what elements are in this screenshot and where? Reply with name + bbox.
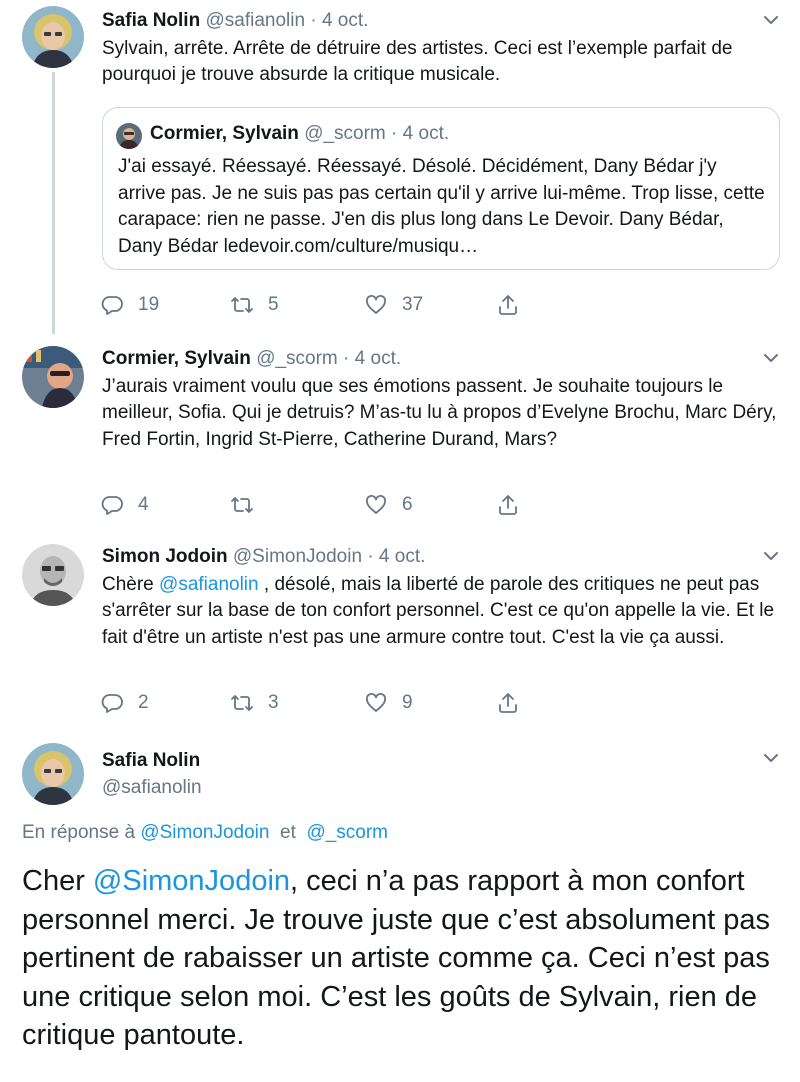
reply-button[interactable]: 2 <box>100 688 149 718</box>
tweet-actions: 19 5 37 <box>100 290 540 320</box>
retweet-button[interactable]: 5 <box>230 290 279 320</box>
main-user-handle[interactable]: @safianolin <box>102 776 202 800</box>
quoted-tweet[interactable]: Cormier, Sylvain @_scorm · 4 oct. J'ai e… <box>102 107 780 270</box>
separator: · <box>367 546 374 567</box>
main-display-name[interactable]: Safia Nolin <box>102 749 200 773</box>
tweet-header: Cormier, Sylvain @_scorm · 4 oct. <box>102 347 401 371</box>
avatar[interactable] <box>22 6 84 68</box>
avatar[interactable] <box>22 544 84 606</box>
heart-icon <box>366 693 386 712</box>
quoted-header: Cormier, Sylvain @_scorm · 4 oct. <box>150 122 449 146</box>
user-handle[interactable]: @_scorm <box>256 348 338 369</box>
share-button[interactable] <box>496 290 520 320</box>
main-avatar[interactable] <box>22 743 84 805</box>
reply-mention-link[interactable]: @_scorm <box>306 822 388 843</box>
tweet-actions: 4 6 <box>100 490 540 520</box>
retweet-icon <box>231 297 253 313</box>
mention-link[interactable]: @safianolin <box>159 574 259 595</box>
share-icon <box>499 693 517 713</box>
like-button[interactable]: 6 <box>364 490 413 520</box>
retweet-icon <box>231 695 253 711</box>
tweet-date[interactable]: 4 oct. <box>322 10 368 31</box>
chevron-down-icon[interactable] <box>760 545 782 567</box>
retweet-count: 5 <box>268 294 279 315</box>
text-prefix: Chère <box>102 574 160 595</box>
reply-icon <box>101 296 123 315</box>
user-handle[interactable]: @SimonJodoin <box>233 546 362 567</box>
quoted-date: 4 oct. <box>402 123 450 144</box>
reply-context: En réponse à @SimonJodoin et @_scorm <box>22 821 388 845</box>
like-count: 6 <box>402 494 413 515</box>
reply-and: et <box>280 822 296 843</box>
mention-link[interactable]: @SimonJodoin <box>93 865 290 897</box>
quoted-text: J'ai essayé. Réessayé. Réessayé. Désolé.… <box>118 156 765 257</box>
tweet-safia-nolin[interactable]: Safia Nolin @safianolin · 4 oct. Sylvain… <box>0 0 800 340</box>
display-name[interactable]: Cormier, Sylvain <box>102 348 251 369</box>
tweet-text: Sylvain, arrête. Arrête de détruire des … <box>102 38 733 86</box>
tweet-cormier-sylvain[interactable]: Cormier, Sylvain @_scorm · 4 oct. J’aura… <box>0 340 800 538</box>
quoted-display-name: Cormier, Sylvain <box>150 123 299 144</box>
main-tweet-text: Cher @SimonJodoin, ceci n’a pas rapport … <box>22 862 792 1055</box>
quoted-handle: @_scorm <box>304 123 386 144</box>
like-count: 9 <box>402 692 413 713</box>
tweet-date[interactable]: 4 oct. <box>355 348 401 369</box>
like-button[interactable]: 37 <box>364 290 423 320</box>
reply-prefix: En réponse à <box>22 822 136 843</box>
heart-icon <box>366 295 386 314</box>
display-name[interactable]: Simon Jodoin <box>102 546 228 567</box>
reply-count: 2 <box>138 692 149 713</box>
share-button[interactable] <box>496 490 520 520</box>
tweet-header: Safia Nolin @safianolin · 4 oct. <box>102 9 368 33</box>
reply-count: 4 <box>138 494 149 515</box>
reply-button[interactable]: 4 <box>100 490 149 520</box>
separator: · <box>310 10 317 31</box>
retweet-icon <box>231 497 253 513</box>
retweet-button[interactable]: 3 <box>230 688 279 718</box>
tweet-simon-jodoin[interactable]: Simon Jodoin @SimonJodoin · 4 oct. Chère… <box>0 538 800 736</box>
separator: · <box>391 123 398 144</box>
tweet-text: J’aurais vraiment voulu que ses émotions… <box>102 376 777 450</box>
reply-button[interactable]: 19 <box>100 290 159 320</box>
tweet-date[interactable]: 4 oct. <box>379 546 425 567</box>
chevron-down-icon[interactable] <box>760 347 782 369</box>
reply-icon <box>101 694 123 713</box>
share-icon <box>499 495 517 515</box>
share-button[interactable] <box>496 688 520 718</box>
tweet-text: Chère @safianolin , désolé, mais la libe… <box>102 572 782 651</box>
share-icon <box>499 295 517 315</box>
heart-icon <box>366 495 386 514</box>
retweet-count: 3 <box>268 692 279 713</box>
retweet-button[interactable] <box>230 490 268 520</box>
reply-mention-link[interactable]: @SimonJodoin <box>140 822 269 843</box>
chevron-down-icon[interactable] <box>760 747 782 769</box>
user-handle[interactable]: @safianolin <box>205 10 305 31</box>
thread-line <box>52 72 55 334</box>
text-prefix: Cher <box>22 865 93 897</box>
display-name[interactable]: Safia Nolin <box>102 10 200 31</box>
reply-icon <box>101 496 123 515</box>
quoted-avatar <box>116 123 142 149</box>
tweet-actions: 2 3 9 <box>100 688 540 718</box>
like-button[interactable]: 9 <box>364 688 413 718</box>
tweet-header: Simon Jodoin @SimonJodoin · 4 oct. <box>102 545 425 569</box>
reply-count: 19 <box>138 294 160 315</box>
separator: · <box>343 348 350 369</box>
chevron-down-icon[interactable] <box>760 9 782 31</box>
like-count: 37 <box>402 294 424 315</box>
avatar[interactable] <box>22 346 84 408</box>
